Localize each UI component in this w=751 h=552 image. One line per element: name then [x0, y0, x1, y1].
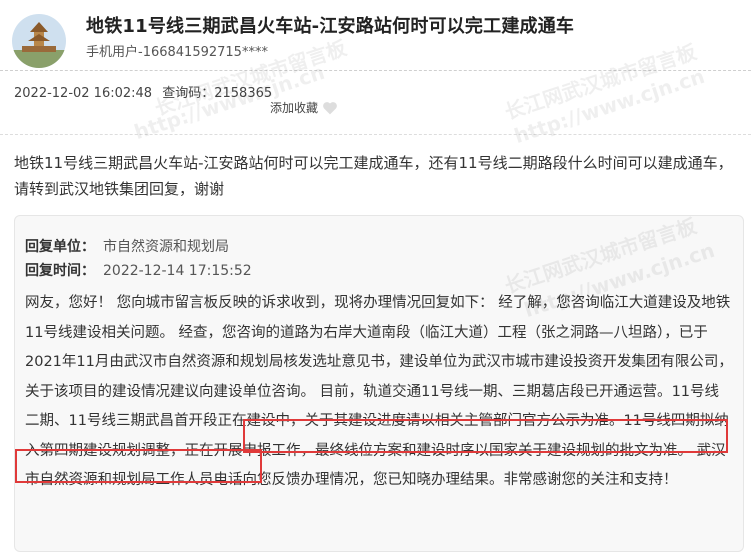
avatar[interactable] — [12, 14, 66, 68]
question-text: 地铁11号线三期武昌火车站-江安路站何时可以完工建成通车，还有11号线二期路段什… — [14, 154, 733, 198]
query-label: 查询码： — [162, 86, 215, 101]
post-header: 地铁11号线三期武昌火车站-江安路站何时可以完工建成通车 手机用户-166841… — [0, 0, 751, 115]
reply-unit-row: 回复单位： 市自然资源和规划局 — [25, 236, 229, 256]
add-favorite-button[interactable]: 添加收藏 — [270, 99, 338, 116]
query-code: 2158365 — [214, 86, 273, 101]
divider — [0, 70, 751, 71]
reply-time: 2022-12-14 17:15:52 — [103, 263, 252, 279]
reply-unit-label: 回复单位： — [25, 239, 95, 255]
heart-icon — [323, 101, 337, 114]
reply-body: 网友，您好！ 您向城市留言板反映的诉求收到，现将办理情况回复如下： 经了解，您咨… — [25, 289, 733, 496]
reply-time-row: 回复时间： 2022-12-14 17:15:52 — [25, 260, 252, 280]
reply-time-label: 回复时间： — [25, 263, 95, 279]
post-title: 地铁11号线三期武昌火车站-江安路站何时可以完工建成通车 — [86, 16, 575, 37]
post-meta: 2022-12-02 16:02:48 查询码：2158365 — [14, 82, 272, 101]
reply-text-part: 网友，您好！ 您向城市留言板反映的诉求收到，现将办理情况回复如下： 经了解，您咨… — [25, 295, 733, 400]
reply-unit: 市自然资源和规划局 — [103, 239, 229, 255]
post-date: 2022-12-02 16:02:48 — [14, 86, 153, 101]
reply-box: 回复单位： 市自然资源和规划局 回复时间： 2022-12-14 17:15:52 … — [14, 215, 744, 552]
user-name: 手机用户-16684159271​5**** — [86, 45, 268, 60]
favorite-label: 添加收藏 — [270, 101, 319, 115]
divider — [0, 134, 751, 135]
